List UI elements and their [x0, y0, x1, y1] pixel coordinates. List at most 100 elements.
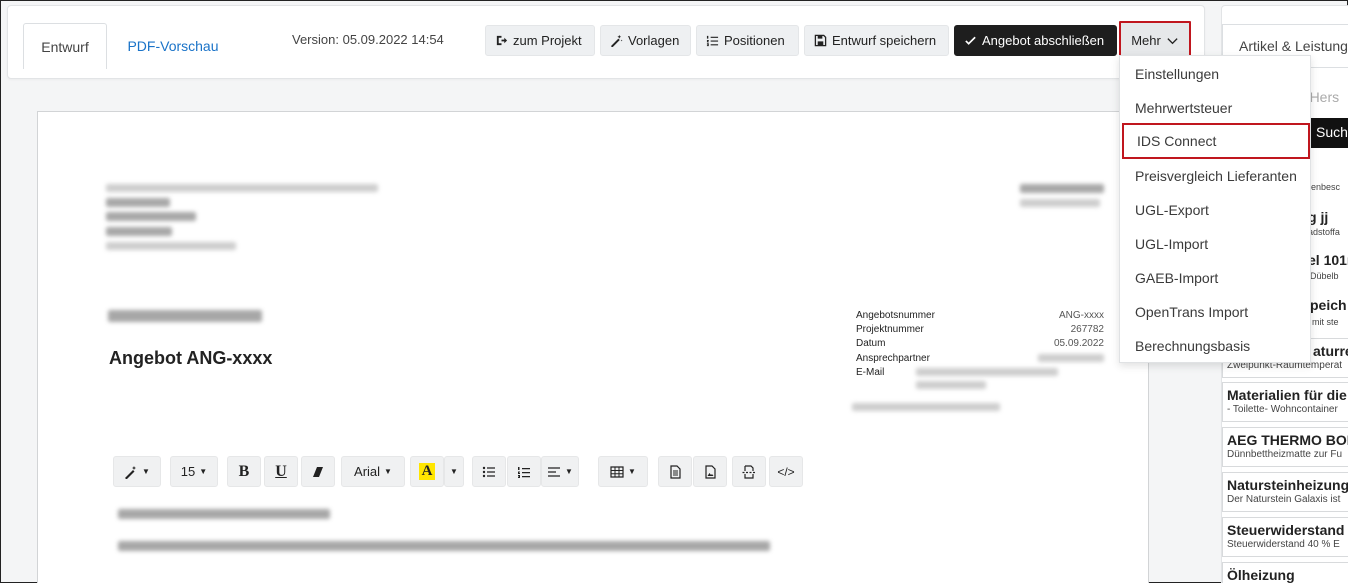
- article-desc: Dünnbettheizmatte zur Fu: [1227, 449, 1343, 460]
- positions-label: Positionen: [724, 33, 785, 48]
- menu-item-opentrans-import[interactable]: OpenTrans Import: [1120, 295, 1310, 329]
- menu-item-settings[interactable]: Einstellungen: [1120, 57, 1310, 91]
- bullet-list-icon: [482, 466, 495, 477]
- article-title: Ölheizung: [1227, 567, 1295, 583]
- redacted-text: [1020, 184, 1104, 193]
- more-label: Mehr: [1131, 33, 1161, 48]
- sign-out-icon: [496, 35, 508, 46]
- image-button[interactable]: [693, 456, 727, 487]
- eraser-icon: [313, 466, 323, 477]
- page-break-button[interactable]: [732, 456, 766, 487]
- meta-label: Ansprechpartner: [856, 353, 930, 364]
- article-title[interactable]: el 101m: [1308, 252, 1348, 268]
- templates-label: Vorlagen: [628, 33, 680, 48]
- to-project-label: zum Projekt: [513, 33, 582, 48]
- align-select[interactable]: ▼: [541, 456, 579, 487]
- underline-button[interactable]: U: [264, 456, 298, 487]
- magic-wand-icon: [610, 34, 623, 47]
- font-family-value: Arial: [354, 464, 381, 479]
- redacted-text: [106, 212, 196, 221]
- menu-item-ugl-export[interactable]: UGL-Export: [1120, 193, 1310, 227]
- redacted-text: [916, 381, 986, 389]
- text-color-button[interactable]: A: [410, 456, 444, 487]
- caret-down-icon: ▼: [199, 467, 208, 476]
- redacted-text: [916, 368, 1058, 376]
- numbered-list-icon: [518, 466, 530, 478]
- underline-icon: U: [275, 462, 287, 480]
- redacted-text: [1038, 354, 1104, 362]
- font-family-select[interactable]: Arial ▼: [341, 456, 405, 487]
- document-button[interactable]: [658, 456, 692, 487]
- menu-item-vat[interactable]: Mehrwertsteuer: [1120, 91, 1310, 125]
- magic-wand-icon: [125, 465, 137, 479]
- menu-item-ids-connect[interactable]: IDS Connect: [1122, 123, 1310, 159]
- save-draft-button[interactable]: Entwurf speichern: [804, 25, 949, 56]
- page-break-icon: [742, 464, 756, 479]
- list-item[interactable]: Materialien für die - Toilette- Wohncont…: [1222, 382, 1348, 422]
- document-icon: [670, 464, 681, 479]
- article-title: AEG THERMO BOD: [1227, 432, 1348, 448]
- article-desc: mit ste: [1312, 317, 1339, 327]
- list-item[interactable]: Steuerwiderstand Steuerwiderstand 40 % E: [1222, 517, 1348, 557]
- list-item[interactable]: Ölheizung: [1222, 562, 1348, 583]
- finalize-offer-button[interactable]: Angebot abschließen: [954, 25, 1117, 56]
- tab-draft[interactable]: Entwurf: [23, 23, 107, 69]
- editor-style-button[interactable]: ▼: [113, 456, 161, 487]
- article-title: Natursteinheizung: [1227, 477, 1348, 493]
- clear-format-button[interactable]: [301, 456, 335, 487]
- menu-item-ugl-import[interactable]: UGL-Import: [1120, 227, 1310, 261]
- article-desc: Steuerwiderstand 40 % E: [1227, 539, 1340, 550]
- checkmark-icon: [965, 36, 976, 45]
- list-item[interactable]: Natursteinheizung Der Naturstein Galaxis…: [1222, 472, 1348, 512]
- meta-label: Angebotsnummer: [856, 310, 935, 321]
- font-size-select[interactable]: 15 ▼: [170, 456, 218, 487]
- article-desc: adstoffa: [1308, 227, 1340, 237]
- menu-item-calculation-basis[interactable]: Berechnungsbasis: [1120, 329, 1310, 363]
- list-item[interactable]: AEG THERMO BOD Dünnbettheizmatte zur Fu: [1222, 427, 1348, 467]
- offer-header: Entwurf PDF-Vorschau Version: 05.09.2022…: [7, 5, 1205, 79]
- caret-down-icon: ▼: [142, 467, 150, 476]
- article-title[interactable]: peich: [1310, 297, 1347, 313]
- article-title: Steuerwiderstand: [1227, 522, 1345, 538]
- code-icon: </>: [777, 464, 795, 479]
- article-search-button[interactable]: Such: [1308, 118, 1348, 148]
- table-icon: [610, 465, 624, 478]
- meta-value: 05.09.2022: [1053, 338, 1104, 349]
- caret-down-icon: ▼: [628, 467, 636, 476]
- offer-title: Angebot ANG-xxxx: [109, 348, 273, 368]
- numbered-list-button[interactable]: [507, 456, 541, 487]
- floppy-disk-icon: [814, 34, 827, 47]
- redacted-text: [118, 509, 330, 519]
- meta-label: E-Mail: [856, 367, 885, 378]
- meta-label: Projektnummer: [856, 324, 924, 335]
- positions-button[interactable]: Positionen: [696, 25, 799, 56]
- article-desc: - Toilette- Wohncontainer: [1227, 404, 1338, 415]
- article-desc: denbesc: [1306, 182, 1341, 192]
- redacted-text: [106, 242, 236, 250]
- to-project-button[interactable]: zum Projekt: [485, 25, 595, 56]
- article-desc: Der Naturstein Galaxis ist: [1227, 494, 1341, 505]
- redacted-text: [118, 541, 770, 551]
- caret-down-icon: ▼: [450, 467, 458, 476]
- version-label: Version: 05.09.2022 14:54: [292, 32, 444, 47]
- redacted-text: [106, 198, 170, 207]
- menu-item-gaeb-import[interactable]: GAEB-Import: [1120, 261, 1310, 295]
- offer-document: Angebot ANG-xxxx Angebotsnummer Projektn…: [37, 111, 1149, 583]
- meta-value: ANG-xxxx: [1059, 310, 1104, 321]
- article-title[interactable]: g jj: [1308, 209, 1328, 225]
- tab-pdf-preview[interactable]: PDF-Vorschau: [112, 23, 234, 69]
- meta-label: Datum: [856, 338, 886, 349]
- caret-down-icon: ▼: [384, 467, 392, 476]
- bullet-list-button[interactable]: [472, 456, 506, 487]
- finalize-offer-label: Angebot abschließen: [982, 33, 1105, 48]
- templates-button[interactable]: Vorlagen: [600, 25, 691, 56]
- table-button[interactable]: ▼: [598, 456, 648, 487]
- code-view-button[interactable]: </>: [769, 456, 803, 487]
- redacted-text: [106, 227, 172, 236]
- bold-icon: B: [238, 462, 250, 480]
- text-color-dropdown[interactable]: ▼: [444, 456, 464, 487]
- bold-button[interactable]: B: [227, 456, 261, 487]
- text-color-icon: A: [418, 463, 436, 480]
- menu-item-price-comparison[interactable]: Preisvergleich Lieferanten: [1120, 159, 1310, 193]
- caret-down-icon: ▼: [565, 467, 573, 476]
